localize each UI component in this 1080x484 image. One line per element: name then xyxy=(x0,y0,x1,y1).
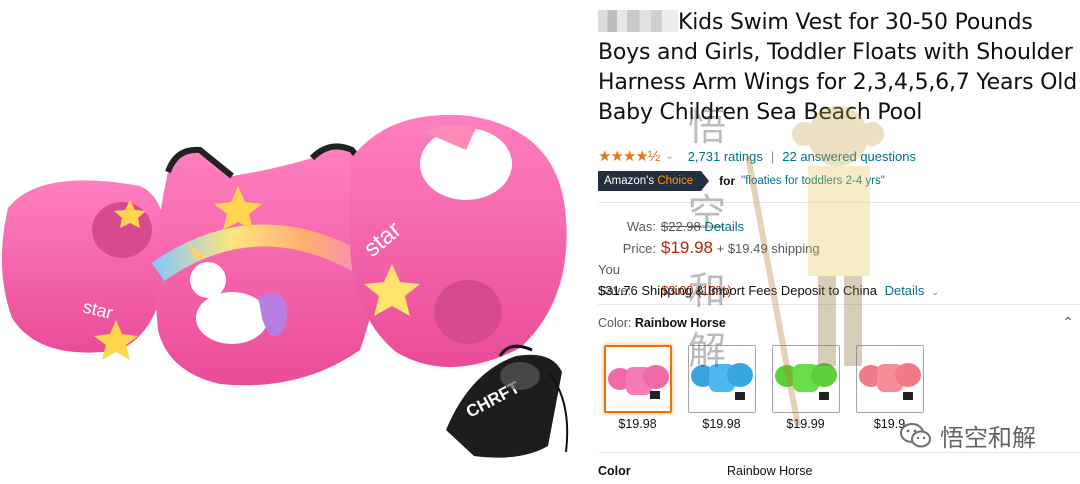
was-price-row: Was: $22.98 Details xyxy=(598,216,820,237)
product-info-column: Kids Swim Vest for 30-50 Pounds Boys and… xyxy=(598,0,1080,484)
shipping-cost: + $19.49 shipping xyxy=(716,241,820,256)
wechat-watermark: 悟空和解 xyxy=(900,418,1036,453)
amazons-choice-badge: Amazon's Choice xyxy=(598,171,710,191)
swatch-thumbnail[interactable] xyxy=(687,345,756,413)
import-fees-text: $31.76 Shipping & Import Fees Deposit to… xyxy=(598,283,877,298)
color-selector-header: Color: Rainbow Horse ⌃ xyxy=(598,314,1080,331)
product-image[interactable]: star star CHRFT xyxy=(0,0,590,484)
spec-color-value: Rainbow Horse xyxy=(727,464,813,478)
swatch-image xyxy=(858,363,921,400)
amazons-choice-row: Amazon's Choice for "floaties for toddle… xyxy=(598,171,885,191)
color-swatch-green[interactable]: $19.99 xyxy=(771,345,840,431)
swatch-thumbnail[interactable] xyxy=(855,345,924,413)
price-label: Price: xyxy=(622,241,656,256)
swatch-price: $19.99 xyxy=(786,417,825,431)
was-details-link[interactable]: Details xyxy=(704,219,744,234)
color-swatch-list: $19.98 $19.98 $19.99 $19.9 xyxy=(603,345,924,431)
brand-name-redacted xyxy=(598,10,678,32)
current-price: $19.98 xyxy=(661,238,713,257)
swatch-image xyxy=(690,363,753,400)
chevron-down-icon[interactable]: ⌄ xyxy=(665,151,673,162)
swatch-price: $19.98 xyxy=(702,417,741,431)
selected-color-name: Rainbow Horse xyxy=(634,316,726,330)
color-swatch-rainbow-horse[interactable]: $19.98 xyxy=(603,345,672,431)
ratings-count-link[interactable]: 2,731 ratings xyxy=(688,149,763,164)
product-title: Kids Swim Vest for 30-50 Pounds Boys and… xyxy=(598,8,1080,128)
import-details-link[interactable]: Details xyxy=(885,283,925,298)
swim-vest-illustration: star star CHRFT xyxy=(1,114,569,458)
choice-query-link[interactable]: "floaties for toddlers 2-4 yrs" xyxy=(741,175,885,187)
was-price: $22.98 xyxy=(661,219,701,234)
price-row: Price: $19.98 + $19.49 shipping xyxy=(598,237,820,259)
color-swatch-blue[interactable]: $19.98 xyxy=(687,345,756,431)
choice-badge-accent: Choice xyxy=(657,175,694,187)
rating-row: ★★★★½ ⌄ 2,731 ratings | 22 answered ques… xyxy=(598,146,916,166)
divider xyxy=(598,304,1080,305)
swatch-image xyxy=(774,363,837,400)
color-label: Color: xyxy=(598,316,632,330)
choice-for-label: for xyxy=(719,174,736,188)
arm-hole-right xyxy=(434,280,502,344)
rating-separator: | xyxy=(770,148,775,164)
swatch-thumbnail[interactable] xyxy=(603,345,672,413)
choice-badge-prefix: Amazon's xyxy=(604,175,655,187)
chevron-up-icon[interactable]: ⌃ xyxy=(1062,314,1074,331)
was-label: Was: xyxy=(626,219,656,234)
chevron-down-icon[interactable]: ⌄ xyxy=(931,287,939,298)
swatch-thumbnail[interactable] xyxy=(771,345,840,413)
wechat-watermark-text: 悟空和解 xyxy=(940,425,1036,452)
import-fees-row: $31.76 Shipping & Import Fees Deposit to… xyxy=(598,283,939,298)
divider xyxy=(598,202,1080,203)
wechat-icon xyxy=(900,422,931,447)
answered-questions-link[interactable]: 22 answered questions xyxy=(782,149,916,164)
spec-color-row: Color Rainbow Horse xyxy=(598,464,1080,478)
star-rating-icon[interactable]: ★★★★½ xyxy=(598,147,660,165)
spec-color-label: Color xyxy=(598,464,631,478)
swatch-price: $19.98 xyxy=(618,417,657,431)
swatch-image xyxy=(607,365,669,399)
